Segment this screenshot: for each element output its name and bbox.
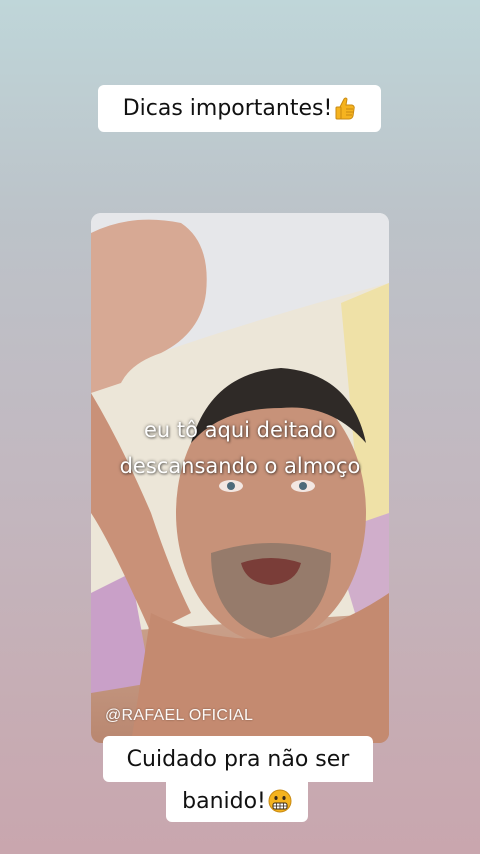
bottom-caption-line1: Cuidado pra não ser: [103, 736, 373, 782]
bottom-caption-text-1: Cuidado pra não ser: [126, 746, 350, 772]
video-frame[interactable]: eu tô aqui deitado descansando o almoço …: [91, 213, 389, 743]
video-subtitle-line2: descansando o almoço: [119, 454, 361, 478]
bottom-caption-line2: banido!: [166, 780, 308, 822]
video-subtitle-line1: eu tô aqui deitado: [143, 418, 337, 442]
top-caption: Dicas importantes!: [98, 85, 381, 132]
grimacing-face-icon: [268, 789, 292, 813]
video-watermark: @RAFAEL OFICIAL: [105, 707, 254, 724]
bottom-caption-text-2: banido!: [182, 788, 266, 814]
thumbs-up-icon: [334, 96, 356, 122]
top-caption-text: Dicas importantes!: [122, 96, 333, 121]
